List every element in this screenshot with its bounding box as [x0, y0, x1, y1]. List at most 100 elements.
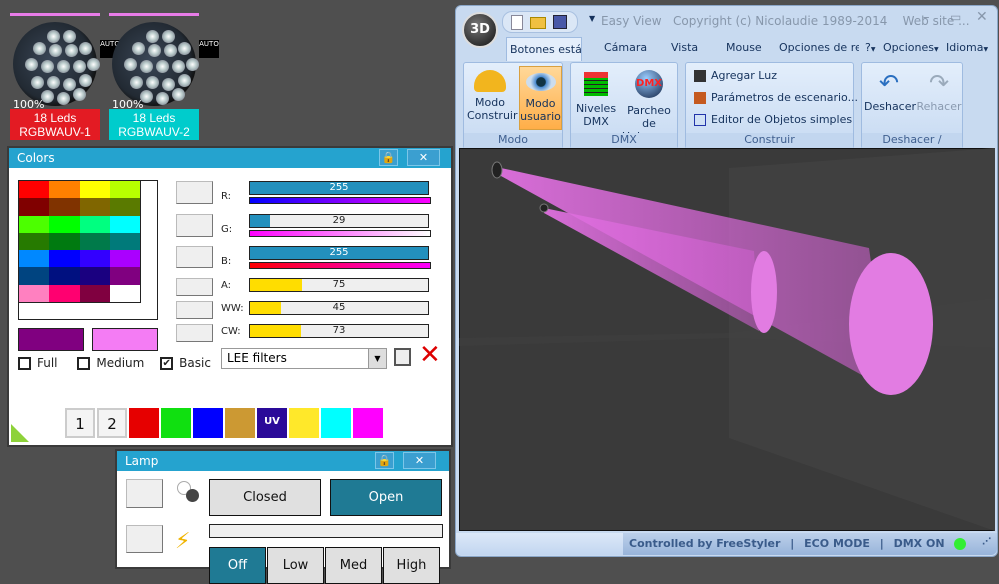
parametros-escenario-button[interactable]: Parámetros de escenario...: [694, 91, 858, 104]
palette-color[interactable]: [79, 284, 110, 302]
palette-color[interactable]: [79, 250, 110, 268]
palette-color[interactable]: [79, 267, 110, 285]
tab-vista[interactable]: Vista: [671, 41, 698, 54]
new-file-icon[interactable]: [511, 15, 523, 30]
maximize-button[interactable]: ▭: [950, 10, 961, 24]
palette-color[interactable]: [49, 215, 80, 233]
channel-slider[interactable]: 29: [249, 214, 429, 228]
palette-color[interactable]: [49, 232, 80, 251]
open-button[interactable]: Open: [330, 479, 442, 516]
fixture-label[interactable]: 18 Leds RGBWAUV-1: [10, 109, 100, 140]
palette-color[interactable]: [109, 250, 140, 268]
filter-select[interactable]: LEE filters ▼: [221, 348, 387, 369]
preset-swatch[interactable]: UV: [257, 408, 287, 438]
palette-color[interactable]: [19, 181, 50, 199]
channel-slider[interactable]: 45: [249, 301, 429, 315]
close-button[interactable]: ✕: [407, 149, 440, 166]
palette-color[interactable]: [79, 198, 110, 216]
idioma-menu[interactable]: Idioma▼: [946, 41, 988, 54]
undo-button[interactable]: ↶ Deshacer: [864, 66, 916, 113]
preset-swatch[interactable]: [321, 408, 351, 438]
palette-color[interactable]: [79, 232, 110, 251]
delete-icon[interactable]: ✕: [419, 342, 441, 368]
full-checkbox[interactable]: [18, 357, 31, 370]
niveles-dmx-button[interactable]: Niveles DMX: [573, 66, 619, 128]
fixture-1[interactable]: AUTO 100% 18 Leds RGBWAUV-1: [10, 5, 120, 140]
channel-slider[interactable]: 255: [249, 246, 429, 260]
palette-color[interactable]: [109, 215, 140, 233]
palette-color[interactable]: [19, 215, 50, 233]
palette-color[interactable]: [19, 250, 50, 268]
add-corner-icon[interactable]: [11, 424, 29, 442]
shutter-button[interactable]: [126, 479, 163, 508]
editor-objetos-button[interactable]: Editor de Objetos simples: [694, 113, 852, 126]
opciones-menu[interactable]: Opciones▼: [883, 41, 939, 54]
palette-color[interactable]: [49, 250, 80, 268]
preset-swatch[interactable]: 2: [97, 408, 127, 438]
close-window-button[interactable]: ✕: [976, 9, 988, 25]
palette-color[interactable]: [79, 181, 110, 199]
palette-color[interactable]: [109, 198, 140, 216]
preset-swatch[interactable]: [225, 408, 255, 438]
palette-color[interactable]: [109, 181, 140, 199]
channel-slider[interactable]: 75: [249, 278, 429, 292]
preset-swatch[interactable]: [129, 408, 159, 438]
lamp-mode-0[interactable]: Off: [209, 547, 266, 584]
channel-button-4[interactable]: [176, 301, 213, 319]
channel-button-5[interactable]: [176, 324, 213, 342]
power-button[interactable]: [126, 525, 163, 553]
minimize-button[interactable]: –: [923, 10, 930, 25]
palette-color[interactable]: [109, 267, 140, 285]
palette-color[interactable]: [49, 267, 80, 285]
lock-icon[interactable]: 🔒: [379, 149, 398, 166]
app-logo[interactable]: 3D: [462, 12, 498, 48]
palette-color[interactable]: [19, 232, 50, 251]
palette-color[interactable]: [109, 284, 140, 302]
channel-button-2[interactable]: [176, 246, 213, 268]
fixture-label[interactable]: 18 Leds RGBWAUV-2: [109, 109, 199, 140]
medium-checkbox[interactable]: [77, 357, 91, 370]
fixture-2[interactable]: AUTO 100% 18 Leds RGBWAUV-2: [109, 5, 219, 140]
help-menu[interactable]: ?▼: [865, 41, 875, 54]
palette-color[interactable]: [49, 181, 80, 199]
preset-swatch[interactable]: [193, 408, 223, 438]
channel-slider[interactable]: 73: [249, 324, 429, 338]
modo-construir-button[interactable]: Modo Construir: [467, 66, 518, 130]
chevron-down-icon[interactable]: ▼: [368, 349, 386, 368]
save-icon[interactable]: [553, 15, 567, 29]
lamp-mode-1[interactable]: Low: [267, 547, 324, 584]
preset-swatch[interactable]: [353, 408, 383, 438]
qat-dropdown-icon[interactable]: ▼: [589, 14, 595, 23]
palette-color[interactable]: [19, 267, 50, 285]
tab-opciones-de-re[interactable]: Opciones de re: [779, 41, 859, 54]
color-palette[interactable]: [18, 180, 141, 303]
preset-swatch[interactable]: [289, 408, 319, 438]
palette-color[interactable]: [19, 284, 50, 302]
tab-camara[interactable]: Cámara: [604, 41, 647, 54]
lamp-mode-2[interactable]: Med: [325, 547, 382, 584]
palette-color[interactable]: [109, 232, 140, 251]
palette-color[interactable]: [49, 198, 80, 216]
lock-icon[interactable]: 🔒: [375, 452, 394, 469]
close-button[interactable]: ✕: [403, 452, 436, 469]
save-icon[interactable]: [394, 348, 411, 366]
open-folder-icon[interactable]: [530, 17, 546, 29]
palette-color[interactable]: [49, 284, 80, 302]
basic-checkbox[interactable]: ✔: [160, 357, 174, 370]
redo-button[interactable]: ↷ Rehacer: [914, 66, 964, 113]
tab-mouse[interactable]: Mouse: [726, 41, 762, 54]
resize-grip-icon[interactable]: ⋰: [982, 537, 991, 547]
channel-button-1[interactable]: [176, 214, 213, 237]
lamp-title-bar[interactable]: Lamp: [117, 451, 449, 471]
preset-swatch[interactable]: [161, 408, 191, 438]
agregar-luz-button[interactable]: Agregar Luz: [694, 69, 777, 82]
lamp-mode-3[interactable]: High: [383, 547, 440, 584]
channel-button-3[interactable]: [176, 278, 213, 296]
palette-color[interactable]: [19, 198, 50, 216]
modo-usuario-button[interactable]: Modo usuario: [519, 66, 562, 130]
parcheo-universos-button[interactable]: DMXParcheo de Universos: [619, 66, 679, 143]
channel-slider[interactable]: 255: [249, 181, 429, 195]
preset-swatch[interactable]: 1: [65, 408, 95, 438]
tab-botones[interactable]: Botones estánd: [506, 37, 582, 61]
closed-button[interactable]: Closed: [209, 479, 321, 516]
